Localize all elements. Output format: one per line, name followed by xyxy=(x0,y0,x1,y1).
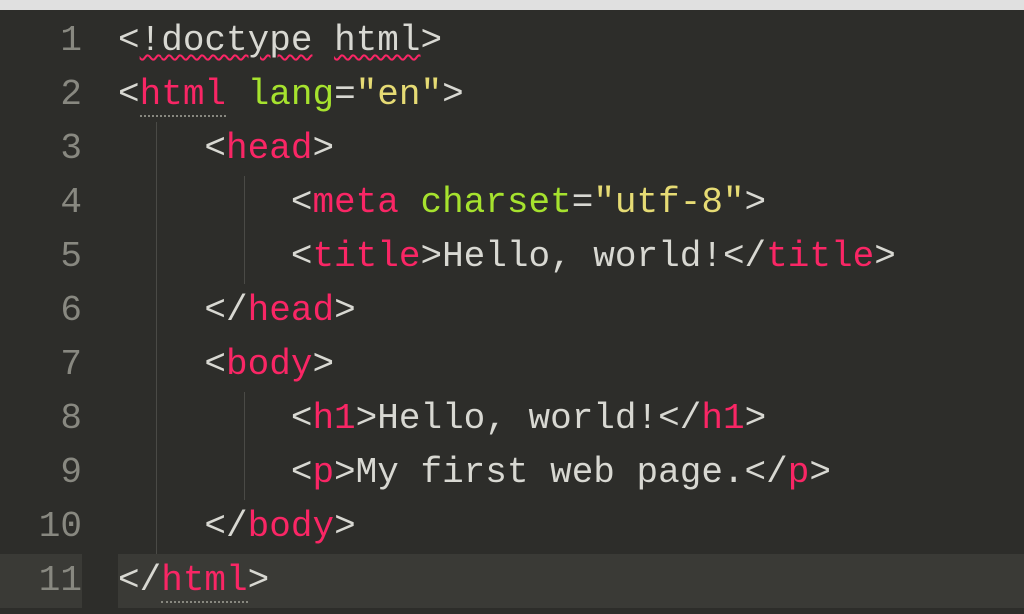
code-line-6[interactable]: </head> xyxy=(118,284,1024,338)
bracket-open: < xyxy=(204,344,226,385)
bracket-open: < xyxy=(118,20,140,61)
tag-p-open: p xyxy=(312,452,334,493)
code-line-5[interactable]: <title>Hello, world!</title> xyxy=(118,230,1024,284)
attr-lang: lang xyxy=(248,74,334,115)
code-line-8[interactable]: <h1>Hello, world!</h1> xyxy=(118,392,1024,446)
code-line-4[interactable]: <meta charset="utf-8"> xyxy=(118,176,1024,230)
indent xyxy=(118,452,291,493)
indent xyxy=(118,506,204,547)
space xyxy=(312,20,334,61)
space xyxy=(399,182,421,223)
line-number: 3 xyxy=(0,122,82,176)
bracket-open: < xyxy=(118,74,140,115)
line-number: 8 xyxy=(0,392,82,446)
equals: = xyxy=(334,74,356,115)
tag-title-open: title xyxy=(312,236,420,277)
tag-html: html xyxy=(140,74,226,117)
bracket-close: > xyxy=(874,236,896,277)
tag-head: head xyxy=(226,128,312,169)
code-line-9[interactable]: <p>My first web page.</p> xyxy=(118,446,1024,500)
doctype-keyword: doctype xyxy=(161,20,312,61)
title-text: Hello, world! xyxy=(442,236,723,277)
code-editor[interactable]: 1 2 3 4 5 6 7 8 9 10 11 <!doctype html> … xyxy=(0,10,1024,614)
indent xyxy=(118,236,291,277)
bracket-open: < xyxy=(291,452,313,493)
tag-p-close: p xyxy=(788,452,810,493)
bracket-open-slash: </ xyxy=(745,452,788,493)
code-line-3[interactable]: <head> xyxy=(118,122,1024,176)
line-number: 7 xyxy=(0,338,82,392)
line-number-active: 11 xyxy=(0,554,82,608)
line-number: 2 xyxy=(0,68,82,122)
bracket-close: > xyxy=(745,182,767,223)
bracket-close: > xyxy=(334,506,356,547)
code-line-10[interactable]: </body> xyxy=(118,500,1024,554)
line-number: 9 xyxy=(0,446,82,500)
line-number: 5 xyxy=(0,230,82,284)
doctype-html: html xyxy=(334,20,420,61)
indent xyxy=(118,344,204,385)
indent xyxy=(118,290,204,331)
code-line-11-active[interactable]: </html> xyxy=(118,554,1024,608)
bracket-close: > xyxy=(420,236,442,277)
tag-title-close: title xyxy=(766,236,874,277)
indent xyxy=(118,128,204,169)
tag-html-close: html xyxy=(161,560,247,603)
tag-meta: meta xyxy=(312,182,398,223)
bracket-open-slash: </ xyxy=(118,560,161,601)
code-line-2[interactable]: <html lang="en"> xyxy=(118,68,1024,122)
bracket-open-slash: </ xyxy=(723,236,766,277)
bracket-open: < xyxy=(291,236,313,277)
attr-charset: charset xyxy=(420,182,571,223)
window-top-bar xyxy=(0,0,1024,10)
h1-text: Hello, world! xyxy=(377,398,658,439)
tag-h1-close: h1 xyxy=(701,398,744,439)
bracket-close: > xyxy=(248,560,270,601)
bracket-open: < xyxy=(291,398,313,439)
bracket-close: > xyxy=(312,128,334,169)
tag-head-close: head xyxy=(248,290,334,331)
bracket-close: > xyxy=(809,452,831,493)
bracket-open-slash: </ xyxy=(204,290,247,331)
tag-body: body xyxy=(226,344,312,385)
indent xyxy=(118,398,291,439)
bracket-open: < xyxy=(291,182,313,223)
bracket-open-slash: </ xyxy=(204,506,247,547)
code-area[interactable]: <!doctype html> <html lang="en"> <head> … xyxy=(100,10,1024,614)
code-line-1[interactable]: <!doctype html> xyxy=(118,14,1024,68)
doctype-bang: ! xyxy=(140,20,162,61)
equals: = xyxy=(572,182,594,223)
bracket-close: > xyxy=(745,398,767,439)
line-number-gutter: 1 2 3 4 5 6 7 8 9 10 11 xyxy=(0,10,100,614)
attr-value-utf8: "utf-8" xyxy=(593,182,744,223)
line-number: 1 xyxy=(0,14,82,68)
line-number: 6 xyxy=(0,284,82,338)
bracket-close: > xyxy=(442,74,464,115)
tag-h1-open: h1 xyxy=(312,398,355,439)
bracket-close: > xyxy=(334,290,356,331)
line-number: 10 xyxy=(0,500,82,554)
indent xyxy=(118,182,291,223)
bracket-open-slash: </ xyxy=(658,398,701,439)
line-number: 4 xyxy=(0,176,82,230)
code-line-7[interactable]: <body> xyxy=(118,338,1024,392)
tag-body-close: body xyxy=(248,506,334,547)
bracket-close: > xyxy=(312,344,334,385)
attr-value-en: "en" xyxy=(356,74,442,115)
bracket-close: > xyxy=(334,452,356,493)
space xyxy=(226,74,248,115)
bracket-close: > xyxy=(356,398,378,439)
bracket-close: > xyxy=(420,20,442,61)
p-text: My first web page. xyxy=(356,452,745,493)
bracket-open: < xyxy=(204,128,226,169)
